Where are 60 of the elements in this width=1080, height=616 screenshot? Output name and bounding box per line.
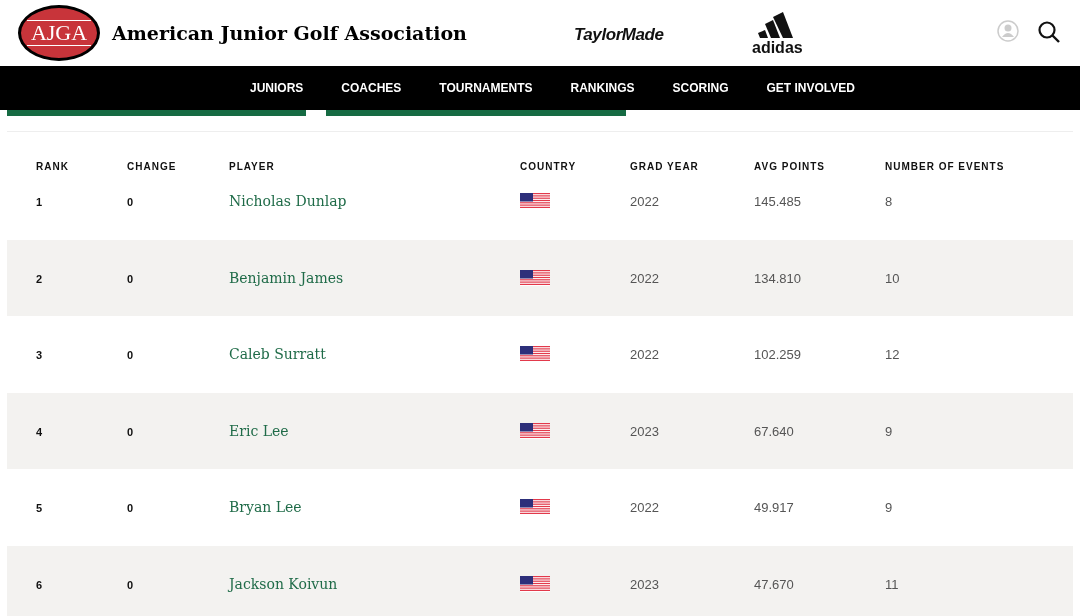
table-cell: 0: [127, 578, 134, 591]
table-cell: 2: [36, 272, 43, 285]
sponsor-logo[interactable]: adidas: [752, 40, 803, 56]
flag-icon: [520, 193, 550, 210]
table-cell: 8: [885, 194, 893, 210]
player-link[interactable]: Jackson Koivun: [229, 575, 338, 592]
nav-link[interactable]: GET INVOLVED: [747, 79, 874, 97]
nav-link[interactable]: COACHES: [322, 79, 421, 97]
table-cell: 2023: [630, 423, 659, 439]
table-cell: 67.640: [754, 423, 794, 439]
ajga-logo[interactable]: AJGA: [18, 5, 100, 61]
table-cell: 2023: [630, 576, 659, 592]
flag-icon: [520, 575, 550, 592]
table-cell: 134.810: [754, 270, 801, 286]
search-icon[interactable]: [1037, 20, 1061, 44]
player-link[interactable]: Benjamin James: [229, 269, 344, 286]
table-cell: 10: [885, 270, 900, 286]
column-header: NUMBER OF EVENTS: [885, 161, 1005, 172]
table-cell: 145.485: [754, 194, 801, 210]
table-cell: 49.917: [754, 500, 794, 516]
table-cell: 2022: [630, 500, 659, 516]
table-cell: 47.670: [754, 576, 794, 592]
player-link[interactable]: Caleb Surratt: [229, 346, 326, 363]
column-header: CHANGE: [127, 161, 177, 172]
table-cell: 2022: [630, 270, 659, 286]
table-cell: 102.259: [754, 347, 801, 363]
nav-link[interactable]: JUNIORS: [231, 79, 323, 97]
nav-link[interactable]: RANKINGS: [551, 79, 654, 97]
column-header: PLAYER: [229, 161, 275, 172]
table-cell: 11: [885, 576, 899, 592]
flag-icon: [520, 422, 550, 439]
table-cell: 6: [36, 578, 43, 591]
column-header: RANK: [36, 161, 69, 172]
table-cell: 0: [127, 425, 134, 438]
table-cell: 0: [127, 196, 134, 209]
column-header: COUNTRY: [520, 161, 577, 172]
table-cell: 9: [885, 500, 893, 516]
player-link[interactable]: Nicholas Dunlap: [229, 193, 347, 210]
site-title[interactable]: American Junior Golf Association: [112, 18, 467, 48]
column-header: GRAD YEAR: [630, 161, 699, 172]
table-cell: 12: [885, 347, 900, 363]
player-link[interactable]: Bryan Lee: [229, 499, 302, 516]
table-cell: 0: [127, 349, 134, 362]
nav-link[interactable]: SCORING: [653, 79, 748, 97]
player-link[interactable]: Eric Lee: [229, 422, 289, 439]
table-cell: 5: [36, 502, 43, 515]
sponsor-logo[interactable]: TaylorMade: [574, 22, 664, 48]
column-header: AVG POINTS: [754, 161, 825, 172]
table-cell: 2022: [630, 194, 659, 210]
table-cell: 1: [36, 196, 43, 209]
flag-icon: [520, 499, 550, 516]
nav-link[interactable]: TOURNAMENTS: [420, 79, 552, 97]
table-cell: 2022: [630, 347, 659, 363]
flag-icon: [520, 346, 550, 363]
table-cell: 4: [36, 425, 43, 438]
table-cell: 3: [36, 349, 43, 362]
flag-icon: [520, 269, 550, 286]
table-cell: 9: [885, 423, 893, 439]
table-cell: 0: [127, 272, 134, 285]
table-cell: 0: [127, 502, 134, 515]
